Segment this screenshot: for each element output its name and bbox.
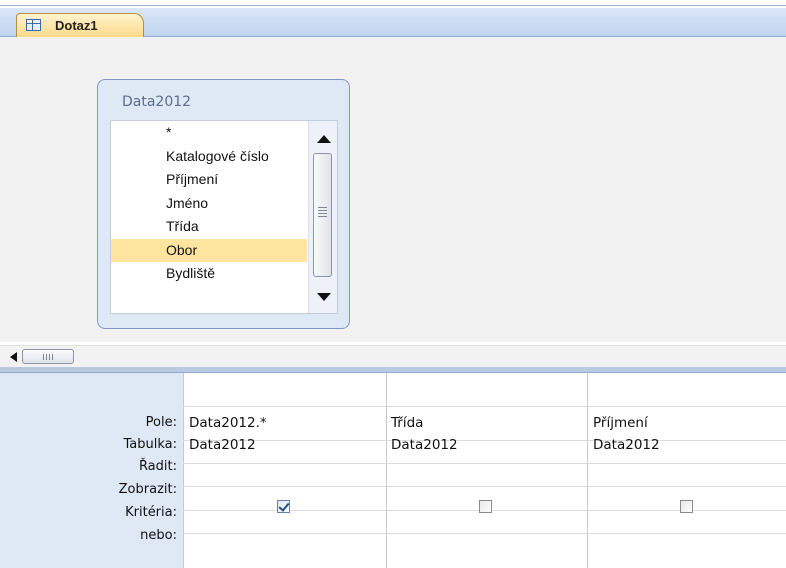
grip-line	[43, 354, 44, 360]
field-item-all[interactable]: *	[111, 121, 307, 145]
grid-cell-field-2[interactable]: Třída	[391, 412, 423, 434]
row-divider	[183, 406, 786, 407]
grid-cell-table-2[interactable]: Data2012	[391, 434, 458, 456]
grip-line	[46, 354, 47, 360]
field-item-jmeno[interactable]: Jméno	[111, 192, 307, 216]
grid-cell-field-3[interactable]: Příjmení	[593, 412, 648, 434]
document-tab-bar: Dotaz1	[0, 8, 786, 37]
row-label-table: Tabulka:	[123, 437, 177, 452]
row-label-criteria: Kritéria:	[125, 505, 177, 520]
field-item-obor[interactable]: Obor	[111, 238, 307, 262]
grip-line	[318, 210, 327, 211]
query-tab[interactable]: Dotaz1	[16, 13, 144, 37]
row-label-show: Zobrazit:	[118, 482, 177, 497]
row-divider	[183, 463, 786, 464]
grip-line	[318, 216, 327, 217]
grip-line	[52, 354, 53, 360]
field-item-trida[interactable]: Třída	[111, 215, 307, 239]
field-item-katalogove-cislo[interactable]: Katalogové číslo	[111, 145, 307, 169]
column-selector-row[interactable]	[183, 373, 786, 407]
row-divider	[183, 533, 786, 534]
design-horizontal-scrollbar[interactable]	[0, 345, 786, 368]
window-top-edge	[0, 0, 786, 6]
grip-line	[49, 354, 50, 360]
column-divider[interactable]	[587, 373, 588, 568]
horizontal-scrollbar-thumb[interactable]	[22, 349, 74, 364]
show-checkbox-2[interactable]	[479, 500, 492, 513]
field-item-bydliste[interactable]: Bydliště	[111, 262, 307, 286]
query-icon	[26, 19, 41, 31]
column-divider[interactable]	[386, 373, 387, 568]
grid-cell-field-1[interactable]: Data2012.*	[189, 412, 267, 434]
grip-line	[318, 213, 327, 214]
row-divider	[183, 440, 786, 441]
show-checkbox-3[interactable]	[680, 500, 693, 513]
query-tab-label: Dotaz1	[55, 18, 98, 33]
row-label-sort: Řadit:	[138, 459, 177, 474]
row-label-or: nebo:	[140, 528, 177, 543]
scroll-down-arrow-icon[interactable]	[317, 293, 331, 301]
row-label-field: Pole:	[145, 415, 177, 430]
table-title[interactable]: Data2012	[122, 94, 191, 110]
show-checkbox-1[interactable]	[277, 500, 290, 513]
grid-cell-table-1[interactable]: Data2012	[189, 434, 256, 456]
query-design-grid: Pole: Tabulka: Řadit: Zobrazit: Kritéria…	[0, 373, 786, 568]
row-divider	[183, 486, 786, 487]
grid-cell-table-3[interactable]: Data2012	[593, 434, 660, 456]
field-list[interactable]: * Katalogové číslo Příjmení Jméno Třída …	[110, 120, 338, 314]
field-item-prijmeni[interactable]: Příjmení	[111, 168, 307, 192]
grip-line	[318, 207, 327, 208]
column-divider	[183, 373, 184, 568]
scroll-up-arrow-icon[interactable]	[317, 135, 331, 143]
query-design-area[interactable]: Data2012 * Katalogové číslo Příjmení Jmé…	[0, 37, 786, 342]
field-list-scrollbar[interactable]	[308, 121, 337, 313]
scroll-left-arrow-icon[interactable]	[10, 352, 17, 362]
scrollbar-thumb[interactable]	[313, 153, 332, 277]
table-field-list[interactable]: Data2012 * Katalogové číslo Příjmení Jmé…	[97, 79, 350, 329]
